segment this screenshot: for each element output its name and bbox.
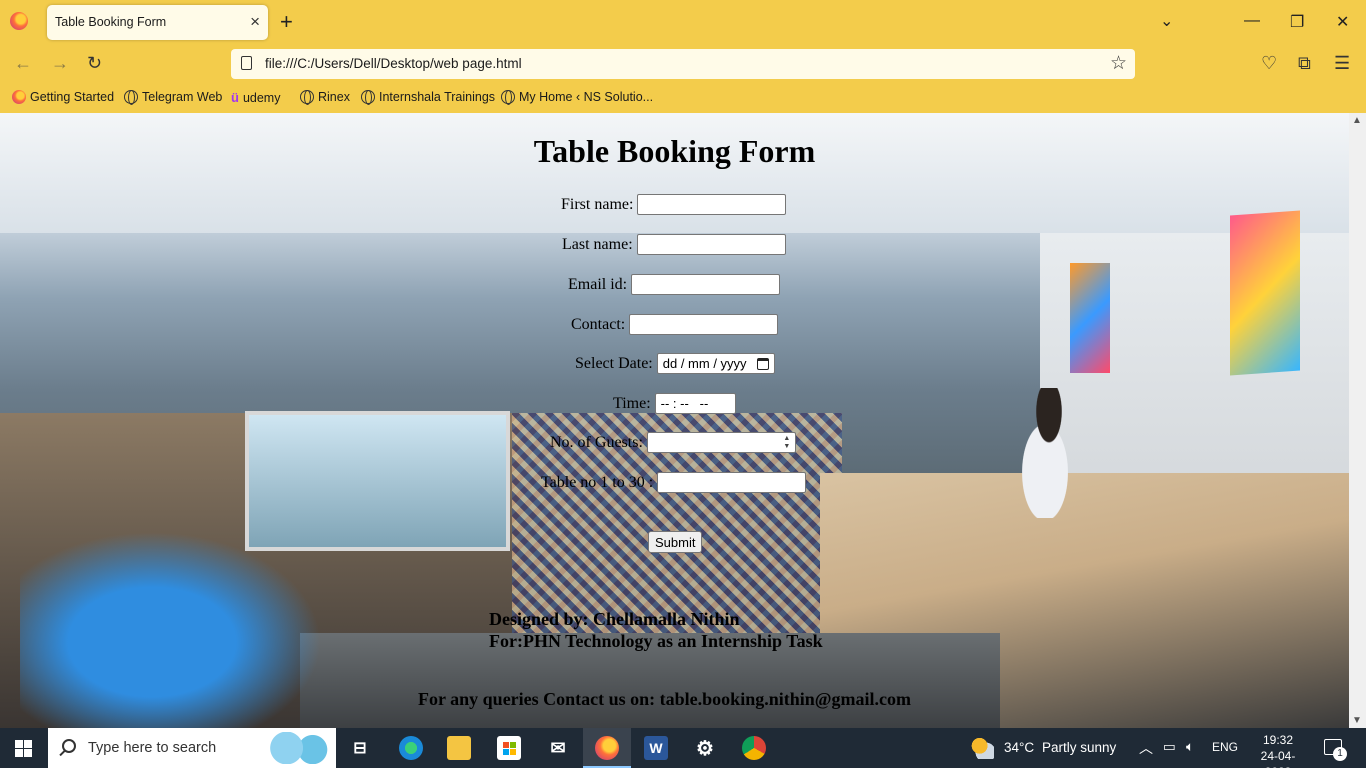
globe-icon [300, 90, 314, 105]
bookmark-rinex[interactable]: Rinex [300, 90, 350, 105]
guests-label: No. of Guests: [550, 433, 643, 451]
address-bar[interactable]: file:///C:/Users/Dell/Desktop/web page.h… [231, 49, 1135, 79]
extensions-icon[interactable]: ⧉ [1298, 53, 1311, 74]
close-window-button[interactable]: ✕ [1336, 12, 1349, 32]
globe-icon [361, 90, 375, 105]
guests-row: No. of Guests: ▲ ▼ [550, 432, 796, 453]
menu-icon[interactable]: ☰ [1334, 53, 1350, 74]
restore-button[interactable]: ❐ [1290, 12, 1304, 32]
search-highlight-icon [268, 732, 330, 764]
reload-icon[interactable]: ↻ [87, 53, 102, 74]
calendar-icon[interactable] [756, 357, 769, 370]
background-image [0, 113, 1349, 233]
globe-icon [501, 90, 515, 105]
email-input[interactable] [631, 274, 781, 295]
time-placeholder: -- : -- -- [660, 396, 709, 411]
page-icon [241, 56, 252, 70]
navigation-bar: ← → ↻ file:///C:/Users/Dell/Desktop/web … [0, 44, 1366, 84]
minimize-button[interactable]: — [1244, 12, 1260, 30]
page-content: Table Booking Form First name: Last name… [0, 113, 1349, 728]
date-input[interactable]: dd / mm / yyyy [656, 353, 775, 374]
date-placeholder: dd / mm / yyyy [662, 356, 747, 371]
contact-label: Contact: [571, 315, 626, 333]
close-tab-icon[interactable]: × [250, 12, 260, 32]
tab-title: Table Booking Form [55, 15, 167, 29]
search-placeholder: Type here to search [88, 740, 217, 756]
weather-partly-sunny-icon[interactable] [970, 737, 994, 759]
taskbar-search-box[interactable]: Type here to search [48, 728, 336, 768]
forward-arrow-icon[interactable]: → [51, 53, 69, 74]
bookmarks-toolbar: Getting Started Telegram Web ü udemy Rin… [0, 84, 1366, 113]
page-title: Table Booking Form [533, 133, 816, 169]
clock[interactable]: 19:32 24-04-2023 [1250, 732, 1306, 780]
firefox-icon[interactable] [10, 12, 28, 30]
contact-input[interactable] [629, 314, 779, 335]
time-label: Time: [613, 394, 651, 412]
last-name-label: Last name: [562, 235, 633, 253]
designed-by-text: Designed by: Chellamalla Nithin [489, 609, 740, 629]
weather-temp[interactable]: 34°C [1004, 740, 1034, 755]
weather-text[interactable]: Partly sunny [1042, 740, 1116, 755]
bookmark-star-icon[interactable]: ☆ [1110, 52, 1127, 75]
battery-icon[interactable]: ▭ [1163, 739, 1176, 755]
time-row: Time: -- : -- -- [613, 393, 736, 414]
date-row: Select Date: dd / mm / yyyy [575, 353, 775, 374]
scroll-down-icon[interactable]: ▼ [1352, 715, 1362, 726]
table-number-input[interactable] [657, 472, 807, 493]
language-indicator[interactable]: ENG [1212, 740, 1238, 754]
chevron-up-icon[interactable]: ︿ [1139, 738, 1153, 758]
volume-icon[interactable]: 🔈︎ [1186, 739, 1194, 755]
back-arrow-icon[interactable]: ← [14, 53, 32, 74]
last-name-row: Last name: [562, 234, 786, 255]
table-label: Table no 1 to 30 : [541, 473, 654, 491]
time-input[interactable]: -- : -- -- [654, 393, 736, 414]
settings-gear-icon[interactable]: ⚙ [693, 736, 717, 760]
taskbar: Type here to search ⊟ ✉ W ⚙ 34°C Partly … [0, 728, 1366, 779]
date-label: Select Date: [575, 354, 653, 372]
email-label: Email id: [568, 275, 628, 293]
notification-count: 1 [1333, 747, 1347, 761]
first-name-input[interactable] [637, 194, 787, 215]
chrome-icon[interactable] [742, 736, 766, 760]
scroll-up-icon[interactable]: ▲ [1352, 115, 1362, 126]
windows-start-icon[interactable] [15, 740, 32, 757]
for-text: For:PHN Technology as an Internship Task [489, 631, 823, 651]
last-name-input[interactable] [636, 234, 786, 255]
mail-icon[interactable]: ✉ [546, 736, 570, 760]
guests-input[interactable]: ▲ ▼ [646, 432, 796, 453]
url-text[interactable]: file:///C:/Users/Dell/Desktop/web page.h… [265, 56, 522, 71]
edge-icon[interactable] [399, 736, 423, 760]
firefox-taskbar-icon[interactable] [595, 736, 619, 760]
bookmark-my-home[interactable]: My Home ‹ NS Solutio... [501, 90, 653, 105]
tab-table-booking-form[interactable]: Table Booking Form × [47, 5, 268, 40]
search-icon [62, 739, 76, 753]
page-scrollbar[interactable]: ▲ ▼ [1349, 113, 1366, 728]
new-tab-button[interactable]: + [280, 9, 293, 35]
udemy-icon: ü [231, 90, 239, 105]
credits: Designed by: Chellamalla Nithin For:PHN … [489, 608, 823, 652]
tab-strip: Table Booking Form × + ⌄ — ❐ ✕ [0, 0, 1366, 44]
bookmark-udemy[interactable]: ü udemy [231, 90, 280, 105]
microsoft-store-icon[interactable] [497, 736, 521, 760]
file-explorer-icon[interactable] [447, 736, 471, 760]
bookmark-getting-started[interactable]: Getting Started [12, 90, 114, 104]
word-icon[interactable]: W [644, 736, 668, 760]
globe-icon [124, 90, 138, 105]
clock-time: 19:32 [1262, 733, 1294, 747]
chevron-down-icon[interactable]: ⌄ [1160, 11, 1173, 31]
bookmark-internshala[interactable]: Internshala Trainings [361, 90, 495, 105]
first-name-row: First name: [561, 194, 787, 215]
submit-button[interactable]: Submit [648, 531, 703, 553]
spinner-arrows-icon[interactable]: ▲ ▼ [781, 434, 793, 451]
table-row: Table no 1 to 30 : [541, 472, 807, 493]
task-view-icon[interactable]: ⊟ [348, 736, 372, 760]
clock-date: 24-04-2023 [1260, 749, 1296, 779]
bookmark-telegram-web[interactable]: Telegram Web [124, 90, 222, 105]
firefox-icon [12, 90, 26, 104]
contact-row: Contact: [571, 314, 779, 335]
contact-text: For any queries Contact us on: table.boo… [418, 689, 911, 709]
pocket-icon[interactable]: ♡ [1261, 53, 1277, 74]
first-name-label: First name: [561, 195, 634, 213]
email-row: Email id: [568, 274, 781, 295]
